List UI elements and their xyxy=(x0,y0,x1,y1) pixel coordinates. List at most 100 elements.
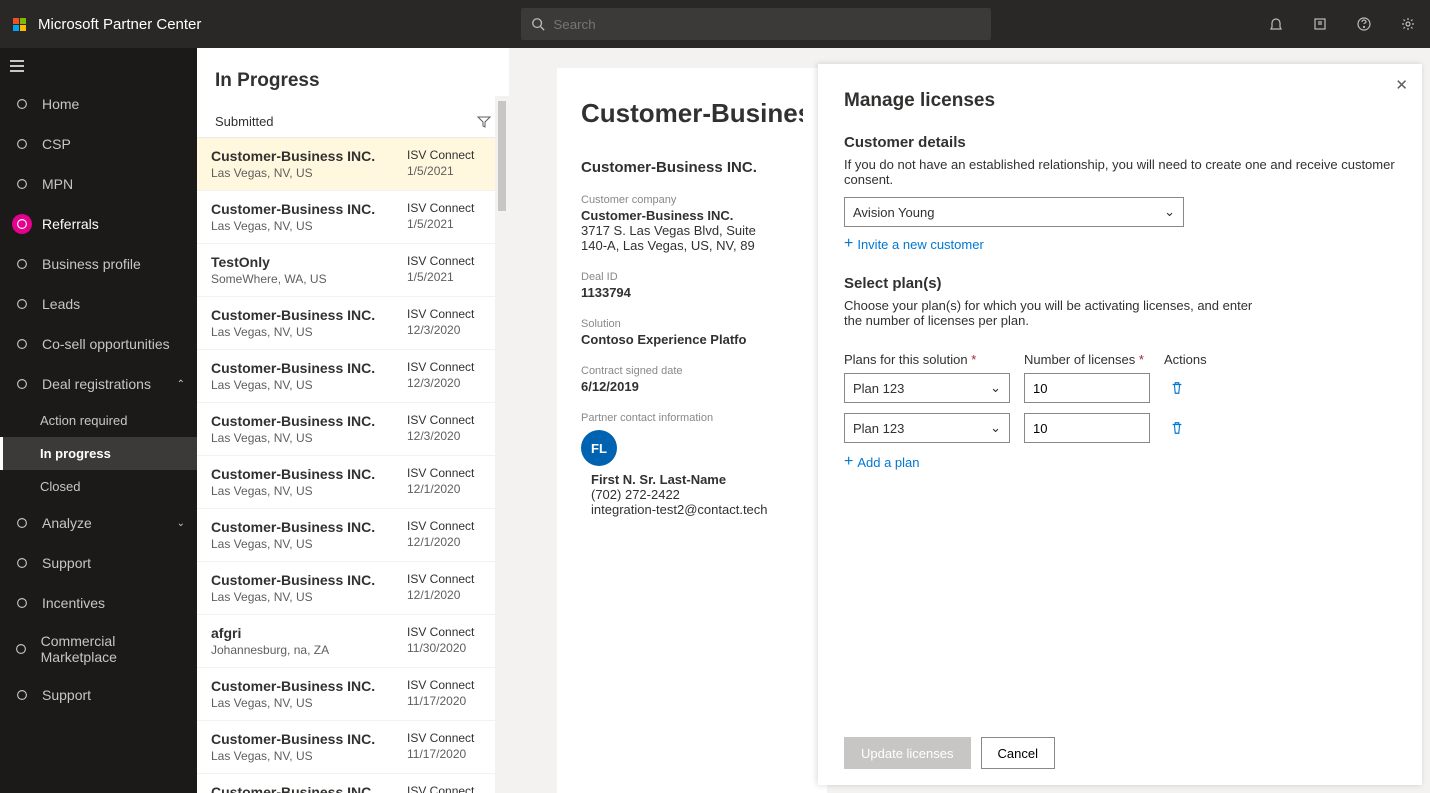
plan-header: Plans for this solution Number of licens… xyxy=(844,352,1396,367)
plus-icon: + xyxy=(844,235,853,253)
deal-name: Customer-Business INC. xyxy=(211,466,407,482)
deal-date: 12/3/2020 xyxy=(407,323,495,337)
sidebar-item-label: MPN xyxy=(42,176,73,192)
deal-item[interactable]: Customer-Business INC.Las Vegas, NV, USI… xyxy=(197,456,509,509)
sidebar-item-label: Referrals xyxy=(42,216,99,232)
deal-date: 1/5/2021 xyxy=(407,164,495,178)
company-label: Customer company xyxy=(581,194,803,206)
sidebar-subitem-closed[interactable]: Closed xyxy=(0,470,197,503)
deal-name: Customer-Business INC. xyxy=(211,360,407,376)
deal-location: SomeWhere, WA, US xyxy=(211,272,407,286)
license-count-input[interactable] xyxy=(1024,413,1150,443)
invite-customer-label: Invite a new customer xyxy=(857,237,983,252)
sidebar-item-deal-registrations[interactable]: Deal registrations⌃ xyxy=(0,364,197,404)
top-actions xyxy=(1254,0,1430,48)
help-icon[interactable] xyxy=(1342,0,1386,48)
deal-item[interactable]: Customer-Business INC.Las Vegas, NV, USI… xyxy=(197,509,509,562)
deal-item[interactable]: Customer-Business INC.Las Vegas, NV, USI… xyxy=(197,191,509,244)
deal-item[interactable]: afgriJohannesburg, na, ZAISV Connect11/3… xyxy=(197,615,509,668)
deal-date: 11/17/2020 xyxy=(407,694,495,708)
sidebar-item-analyze[interactable]: Analyze⌄ xyxy=(0,503,197,543)
deal-item[interactable]: Customer-Business INC.Las Vegas, NV, USI… xyxy=(197,668,509,721)
search-box[interactable] xyxy=(521,8,991,40)
add-plan-link[interactable]: + Add a plan xyxy=(844,453,1396,471)
deal-name: Customer-Business INC. xyxy=(211,148,407,164)
sidebar-subitem-in-progress[interactable]: In progress xyxy=(0,437,197,470)
deal-type: ISV Connect xyxy=(407,413,495,427)
sidebar-subitem-action-required[interactable]: Action required xyxy=(0,404,197,437)
detail-subtitle: Customer-Business INC. xyxy=(581,159,803,176)
cancel-button[interactable]: Cancel xyxy=(981,737,1055,769)
sidebar-item-mpn[interactable]: MPN xyxy=(0,164,197,204)
deal-name: Customer-Business INC. xyxy=(211,784,407,793)
plan-dropdown[interactable]: Plan 123⌄ xyxy=(844,373,1010,403)
sync-icon[interactable] xyxy=(1298,0,1342,48)
search-icon xyxy=(531,17,545,31)
marketplace-icon xyxy=(12,639,31,659)
deal-location: Las Vegas, NV, US xyxy=(211,325,407,339)
invite-customer-link[interactable]: + Invite a new customer xyxy=(844,235,1396,253)
settings-icon[interactable] xyxy=(1386,0,1430,48)
sidebar-item-support[interactable]: Support xyxy=(0,543,197,583)
license-count-input[interactable] xyxy=(1024,373,1150,403)
deal-type: ISV Connect xyxy=(407,678,495,692)
deal-item[interactable]: Customer-Business INC.Las Vegas, NV, USI… xyxy=(197,562,509,615)
deal-item[interactable]: Customer-Business INC.Las Vegas, NV, USI… xyxy=(197,721,509,774)
sidebar-item-commercial-marketplace[interactable]: Commercial Marketplace xyxy=(0,623,197,675)
deal-item[interactable]: Customer-Business INC.Las Vegas, NV, USI… xyxy=(197,403,509,456)
notifications-icon[interactable] xyxy=(1254,0,1298,48)
sidebar-item-label: CSP xyxy=(42,136,71,152)
deal-location: Las Vegas, NV, US xyxy=(211,219,407,233)
contact-info: First N. Sr. Last-Name (702) 272-2422 in… xyxy=(591,472,803,517)
deal-item[interactable]: Customer-Business INC.Las Vegas, NV, USI… xyxy=(197,350,509,403)
sidebar-item-co-sell-opportunities[interactable]: Co-sell opportunities xyxy=(0,324,197,364)
incentives-icon xyxy=(12,593,32,613)
sidebar-item-leads[interactable]: Leads xyxy=(0,284,197,324)
sidebar-item-csp[interactable]: CSP xyxy=(0,124,197,164)
search-input[interactable] xyxy=(553,17,981,32)
sidebar-item-label: Home xyxy=(42,96,79,112)
sidebar-item-label: Support xyxy=(42,555,91,571)
deal-type: ISV Connect xyxy=(407,148,495,162)
close-icon[interactable]: ✕ xyxy=(1395,76,1408,94)
list-pane: In Progress Submitted Customer-Business … xyxy=(197,48,509,793)
plan-row: Plan 123⌄ xyxy=(844,373,1396,403)
chevron-down-icon: ⌄ xyxy=(1164,204,1175,220)
plan-row: Plan 123⌄ xyxy=(844,413,1396,443)
sidebar-item-incentives[interactable]: Incentives xyxy=(0,583,197,623)
deal-type: ISV Connect xyxy=(407,201,495,215)
plan-grid: Plans for this solution Number of licens… xyxy=(844,352,1396,471)
update-licenses-button[interactable]: Update licenses xyxy=(844,737,971,769)
deal-type: ISV Connect xyxy=(407,466,495,480)
customer-dropdown[interactable]: Avision Young ⌄ xyxy=(844,197,1184,227)
scrollbar[interactable] xyxy=(495,96,509,793)
company-name: Customer-Business INC. xyxy=(581,208,803,223)
sidebar-item-label: Deal registrations xyxy=(42,376,151,392)
delete-icon[interactable] xyxy=(1170,381,1184,395)
deal-item[interactable]: Customer-Business INC.Las Vegas, NV, USI… xyxy=(197,297,509,350)
delete-icon[interactable] xyxy=(1170,421,1184,435)
sidebar-item-label: Business profile xyxy=(42,256,141,272)
people-icon xyxy=(12,134,32,154)
deal-type: ISV Connect xyxy=(407,254,495,268)
briefcase-icon xyxy=(12,254,32,274)
deal-item[interactable]: Customer-Business INC.Las Vegas, NV, USI… xyxy=(197,138,509,191)
person-icon xyxy=(12,174,32,194)
hamburger-icon[interactable] xyxy=(0,48,197,84)
contact-name: First N. Sr. Last-Name xyxy=(591,472,803,487)
sidebar-item-support[interactable]: Support xyxy=(0,675,197,715)
deal-id: 1133794 xyxy=(581,285,803,300)
select-plans-sub: Choose your plan(s) for which you will b… xyxy=(844,298,1254,328)
plan-dropdown[interactable]: Plan 123⌄ xyxy=(844,413,1010,443)
solution-name: Contoso Experience Platfo xyxy=(581,332,803,347)
sidebar-item-home[interactable]: Home xyxy=(0,84,197,124)
customer-dropdown-value: Avision Young xyxy=(853,205,934,220)
deal-date: 12/1/2020 xyxy=(407,588,495,602)
deal-type: ISV Connect xyxy=(407,360,495,374)
signed-label: Contract signed date xyxy=(581,365,803,377)
deal-item[interactable]: Customer-Business INC.Las Vegas, NV, USI… xyxy=(197,774,509,793)
deal-item[interactable]: TestOnlySomeWhere, WA, USISV Connect1/5/… xyxy=(197,244,509,297)
filter-icon[interactable] xyxy=(477,115,491,129)
sidebar-item-business-profile[interactable]: Business profile xyxy=(0,244,197,284)
sidebar-item-referrals[interactable]: Referrals xyxy=(0,204,197,244)
